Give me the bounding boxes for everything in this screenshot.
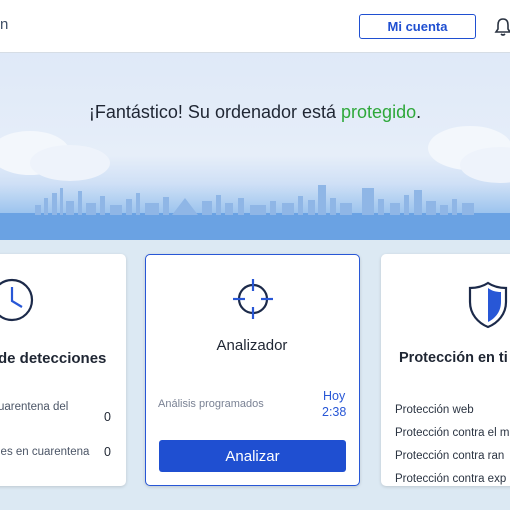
scanner-title: Analizador — [216, 337, 288, 354]
scheduled-scan-time[interactable]: 2:38 — [322, 405, 346, 419]
app-title-fragment: n — [0, 16, 9, 33]
scanner-card[interactable]: Analizador Análisis programados Hoy 2:38… — [145, 254, 360, 486]
dashboard-cards: de detecciones uarentena del 0 les en cu… — [0, 240, 510, 510]
status-banner: ¡Fantástico! Su ordenador está protegido… — [0, 53, 510, 240]
scan-button[interactable]: Analizar — [159, 440, 346, 472]
bell-icon[interactable] — [494, 17, 510, 37]
my-account-button[interactable]: Mi cuenta — [359, 14, 476, 39]
shield-icon — [468, 281, 508, 329]
detection-row-value: 0 — [104, 445, 111, 459]
detection-row-value: 0 — [104, 410, 111, 424]
protection-status-headline: ¡Fantástico! Su ordenador está protegido… — [88, 102, 422, 122]
crosshair-icon — [233, 279, 273, 319]
protection-item-web[interactable]: Protección web — [395, 404, 474, 416]
top-bar: n Mi cuenta — [0, 0, 510, 53]
realtime-protection-card[interactable]: Protección en ti Protección web Protecci… — [381, 254, 510, 486]
city-skyline-illustration — [0, 126, 510, 240]
scheduled-scans-label: Análisis programados — [158, 398, 264, 410]
protection-item-malware[interactable]: Protección contra el m — [395, 427, 509, 439]
detection-row-label: les en cuarentena — [0, 446, 90, 458]
detections-card[interactable]: de detecciones uarentena del 0 les en cu… — [0, 254, 126, 486]
scheduled-scan-day[interactable]: Hoy — [323, 389, 345, 403]
protected-status-word: protegido — [341, 102, 417, 122]
detection-row-label: uarentena del — [0, 401, 69, 413]
protection-item-exploit[interactable]: Protección contra exp — [395, 473, 506, 485]
clock-icon — [0, 278, 34, 322]
detections-title: de detecciones — [0, 350, 107, 367]
realtime-protection-title: Protección en ti — [399, 350, 508, 366]
protection-item-ransomware[interactable]: Protección contra ran — [395, 450, 504, 462]
